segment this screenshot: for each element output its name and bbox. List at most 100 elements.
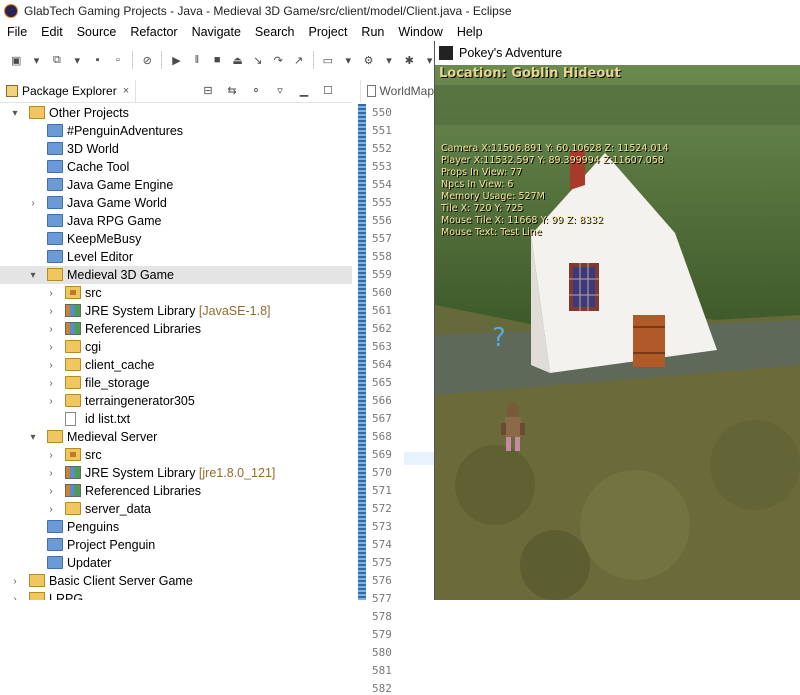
tree-item[interactable]: › file_storage xyxy=(0,374,352,392)
tree-item[interactable]: Project Penguin xyxy=(0,536,352,554)
chevron-right-icon[interactable]: › xyxy=(46,486,56,497)
tree-item[interactable]: 3D World xyxy=(0,140,352,158)
minimize-icon[interactable]: ▁ xyxy=(296,82,312,98)
menu-window[interactable]: Window xyxy=(391,25,449,39)
menu-project[interactable]: Project xyxy=(302,25,355,39)
tree-item[interactable]: › src xyxy=(0,446,352,464)
tree-item[interactable]: › terraingenerator305 xyxy=(0,392,352,410)
chevron-right-icon[interactable]: › xyxy=(46,306,56,317)
console-icon[interactable]: ▭ xyxy=(321,52,335,68)
chevron-right-icon[interactable]: › xyxy=(46,396,56,407)
filter-icon[interactable]: ⚬ xyxy=(248,82,264,98)
game-window[interactable]: Pokey's Adventure ? Location: Goblin Hid… xyxy=(434,41,800,600)
tree-item-text: Other Projects xyxy=(49,106,129,120)
tree-item[interactable]: id list.txt xyxy=(0,410,352,428)
java-app-icon xyxy=(439,46,453,60)
tree-item-text: cgi xyxy=(85,340,101,354)
tab-package-explorer[interactable]: Package Explorer × xyxy=(0,80,137,102)
menu-help[interactable]: Help xyxy=(450,25,490,39)
new-package-icon[interactable]: ⧉ xyxy=(50,52,64,68)
dropdown-arrow-icon[interactable]: ▾ xyxy=(382,52,396,68)
tree-item[interactable]: ▾ Medieval 3D Game xyxy=(0,266,352,284)
step-into-icon[interactable]: ↘ xyxy=(251,52,265,68)
game-3d-scene[interactable]: ? Location: Goblin Hideout Camera X:1150… xyxy=(435,65,800,600)
new-wizard-icon[interactable]: ▣ xyxy=(9,52,23,68)
save-icon[interactable]: ▪ xyxy=(90,52,104,68)
menu-run[interactable]: Run xyxy=(354,25,391,39)
chevron-right-icon[interactable]: › xyxy=(46,504,56,515)
tree-item[interactable]: › Referenced Libraries xyxy=(0,482,352,500)
link-with-editor-icon[interactable]: ⇆ xyxy=(224,82,240,98)
skip-breakpoints-icon[interactable]: ⊘ xyxy=(140,52,154,68)
tree-item[interactable]: › Basic Client Server Game xyxy=(0,572,352,590)
tree-item[interactable]: › Referenced Libraries xyxy=(0,320,352,338)
menu-edit[interactable]: Edit xyxy=(34,25,70,39)
tree-item-label: server_data xyxy=(85,502,151,516)
chevron-right-icon[interactable]: › xyxy=(46,360,56,371)
step-return-icon[interactable]: ↗ xyxy=(291,52,305,68)
dropdown-arrow-icon[interactable]: ▾ xyxy=(70,52,84,68)
tree-item[interactable]: KeepMeBusy xyxy=(0,230,352,248)
chevron-right-icon[interactable]: › xyxy=(46,378,56,389)
menu-file[interactable]: File xyxy=(0,25,34,39)
dropdown-arrow-icon[interactable]: ▾ xyxy=(29,52,43,68)
chevron-down-icon[interactable]: ▾ xyxy=(28,432,38,443)
chevron-down-icon[interactable]: ▾ xyxy=(10,108,20,119)
terminate-icon[interactable]: ■ xyxy=(210,52,224,68)
tree-item[interactable]: ▾ Other Projects xyxy=(0,104,352,122)
chevron-down-icon[interactable]: ▾ xyxy=(28,270,38,281)
chevron-right-icon[interactable]: › xyxy=(28,198,38,209)
tree-item[interactable]: › client_cache xyxy=(0,356,352,374)
eclipse-app-icon xyxy=(4,4,18,18)
line-number: 560 xyxy=(372,286,392,299)
menu-refactor[interactable]: Refactor xyxy=(123,25,184,39)
menu-navigate[interactable]: Navigate xyxy=(185,25,248,39)
chevron-right-icon[interactable]: › xyxy=(10,594,20,601)
step-over-icon[interactable]: ↷ xyxy=(271,52,285,68)
tree-item[interactable]: › LRPG xyxy=(0,590,352,600)
debug-icon[interactable]: ✱ xyxy=(402,52,416,68)
tree-item[interactable]: Penguins xyxy=(0,518,352,536)
source-folder-icon xyxy=(65,286,81,299)
chevron-right-icon[interactable]: › xyxy=(46,288,56,299)
dropdown-arrow-icon[interactable]: ▾ xyxy=(341,52,355,68)
disconnect-icon[interactable]: ⏏ xyxy=(230,52,244,68)
chevron-right-icon[interactable]: › xyxy=(46,342,56,353)
close-icon[interactable]: × xyxy=(123,85,129,97)
tree-item[interactable]: Java RPG Game xyxy=(0,212,352,230)
tree-item[interactable]: › server_data xyxy=(0,500,352,518)
maximize-icon[interactable]: ☐ xyxy=(320,82,336,98)
line-number: 554 xyxy=(372,178,392,191)
tree-item[interactable]: › cgi xyxy=(0,338,352,356)
tree-item-label: terraingenerator305 xyxy=(85,394,195,408)
tree-item[interactable]: › Java Game World xyxy=(0,194,352,212)
view-menu-icon[interactable]: ▿ xyxy=(272,82,288,98)
chevron-right-icon[interactable]: › xyxy=(46,324,56,335)
tree-item[interactable]: Java Game Engine xyxy=(0,176,352,194)
chevron-right-icon[interactable]: › xyxy=(10,576,20,587)
chevron-right-icon[interactable]: › xyxy=(46,450,56,461)
tree-item[interactable]: ▾ Medieval Server xyxy=(0,428,352,446)
line-number: 558 xyxy=(372,250,392,263)
chevron-right-icon[interactable]: › xyxy=(46,468,56,479)
tab-worldmap[interactable]: WorldMap xyxy=(360,80,434,102)
tree-item[interactable]: › JRE System Library [jre1.8.0_121] xyxy=(0,464,352,482)
tree-item[interactable]: › JRE System Library [JavaSE-1.8] xyxy=(0,302,352,320)
suspend-icon[interactable]: ‖ xyxy=(190,52,204,68)
resume-icon[interactable]: ▶ xyxy=(169,52,183,68)
game-title: Pokey's Adventure xyxy=(459,46,563,60)
editor-overview-ruler[interactable] xyxy=(358,104,366,600)
editor-text-area[interactable] xyxy=(404,104,434,600)
build-icon[interactable]: ⚙ xyxy=(361,52,375,68)
tree-item[interactable]: Cache Tool xyxy=(0,158,352,176)
menu-source[interactable]: Source xyxy=(70,25,124,39)
tree-item-text: Cache Tool xyxy=(67,160,130,174)
tree-item[interactable]: Level Editor xyxy=(0,248,352,266)
tree-item[interactable]: Updater xyxy=(0,554,352,572)
save-all-icon[interactable]: ▫ xyxy=(111,52,125,68)
tree-item[interactable]: #PenguinAdventures xyxy=(0,122,352,140)
tree-item[interactable]: › src xyxy=(0,284,352,302)
project-folder-icon xyxy=(47,196,63,209)
menu-search[interactable]: Search xyxy=(248,25,302,39)
collapse-all-icon[interactable]: ⊟ xyxy=(200,82,216,98)
